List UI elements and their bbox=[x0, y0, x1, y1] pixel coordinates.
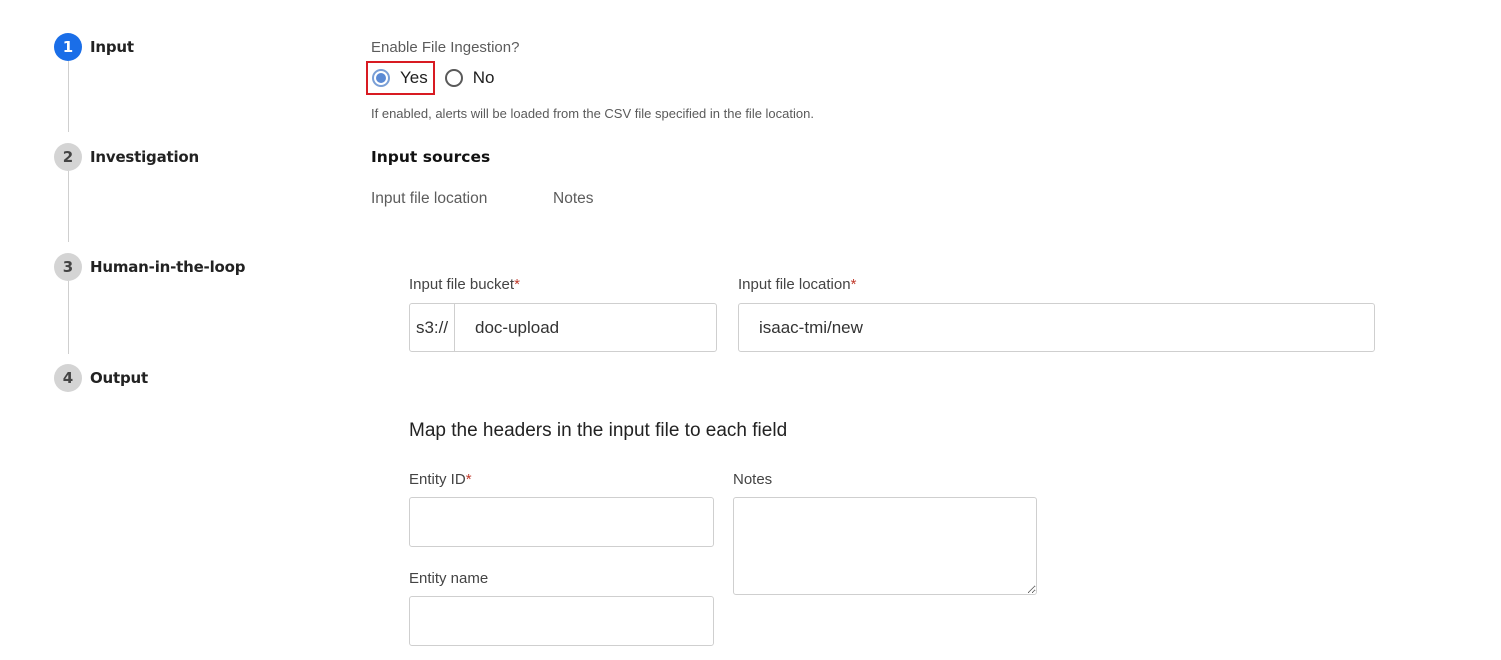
entity-name-field[interactable] bbox=[409, 596, 714, 646]
step-output[interactable]: 4 Output bbox=[54, 364, 148, 392]
stepper-connector bbox=[68, 61, 69, 132]
input-file-bucket-group: s3:// bbox=[409, 303, 717, 352]
tab-notes[interactable]: Notes bbox=[553, 190, 594, 208]
input-file-bucket-field[interactable] bbox=[455, 304, 716, 351]
input-file-location-label: Input file location* bbox=[738, 276, 856, 293]
stepper-connector bbox=[68, 171, 69, 242]
required-marker: * bbox=[850, 276, 857, 293]
radio-no-button[interactable] bbox=[444, 69, 463, 87]
stepper-connector bbox=[68, 281, 69, 354]
radio-option-yes[interactable]: Yes bbox=[366, 61, 435, 95]
file-ingestion-radio-group: Yes No bbox=[366, 60, 494, 96]
required-marker: * bbox=[465, 471, 472, 488]
required-marker: * bbox=[514, 276, 520, 293]
radio-yes-label: Yes bbox=[400, 68, 428, 87]
input-file-bucket-label-text: Input file bucket bbox=[409, 276, 515, 293]
entity-id-label: Entity ID* bbox=[409, 471, 472, 488]
step-label: Output bbox=[90, 369, 148, 387]
step-label: Investigation bbox=[90, 148, 200, 166]
input-file-location-label-text: Input file location bbox=[738, 276, 851, 293]
step-number: 3 bbox=[54, 253, 82, 281]
step-number: 1 bbox=[54, 33, 82, 61]
step-label: Input bbox=[90, 38, 134, 56]
radio-no-label: No bbox=[472, 68, 495, 87]
input-file-location-field[interactable] bbox=[738, 303, 1375, 352]
input-sources-title: Input sources bbox=[371, 148, 491, 166]
file-ingestion-question: Enable File Ingestion? bbox=[371, 39, 520, 56]
file-ingestion-help-text: If enabled, alerts will be loaded from t… bbox=[371, 106, 814, 121]
step-number: 2 bbox=[54, 143, 82, 171]
bucket-prefix: s3:// bbox=[410, 304, 455, 351]
entity-id-field[interactable] bbox=[409, 497, 714, 547]
step-label: Human-in-the-loop bbox=[90, 258, 246, 276]
radio-yes-button[interactable] bbox=[372, 69, 390, 87]
input-file-bucket-label: Input file bucket* bbox=[409, 276, 520, 293]
radio-option-no[interactable]: No bbox=[444, 68, 495, 88]
map-headers-title: Map the headers in the input file to eac… bbox=[409, 420, 788, 441]
step-number: 4 bbox=[54, 364, 82, 392]
step-investigation[interactable]: 2 Investigation bbox=[54, 143, 199, 171]
step-human-in-the-loop[interactable]: 3 Human-in-the-loop bbox=[54, 253, 245, 281]
tab-input-file-location[interactable]: Input file location bbox=[371, 190, 487, 208]
entity-name-label: Entity name bbox=[409, 570, 489, 587]
entity-id-label-text: Entity ID bbox=[409, 471, 466, 488]
step-input[interactable]: 1 Input bbox=[54, 33, 134, 61]
notes-label: Notes bbox=[733, 471, 773, 488]
notes-textarea[interactable] bbox=[733, 497, 1037, 595]
